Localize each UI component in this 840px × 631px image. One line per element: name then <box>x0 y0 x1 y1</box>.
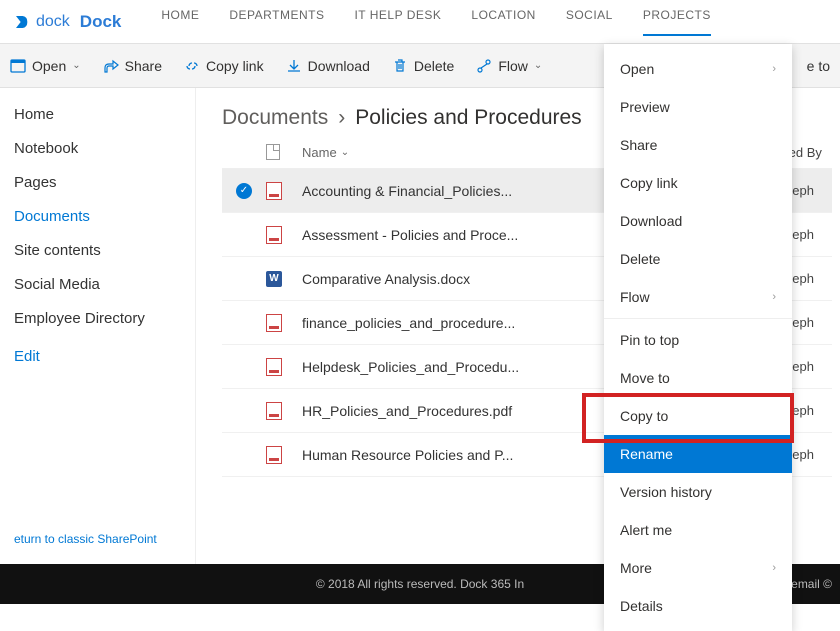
logo-icon <box>14 14 30 30</box>
share-icon <box>103 58 119 74</box>
ctx-download[interactable]: Download <box>604 202 792 240</box>
delete-button[interactable]: Delete <box>392 58 454 74</box>
nav-it-help-desk[interactable]: IT HELP DESK <box>354 8 441 36</box>
document-icon <box>266 144 280 160</box>
topnav-links: HOME DEPARTMENTS IT HELP DESK LOCATION S… <box>161 8 711 36</box>
sidebar-item-home[interactable]: Home <box>14 106 181 123</box>
pdf-icon <box>266 446 282 464</box>
word-icon: W <box>266 271 282 287</box>
top-nav: dock Dock HOME DEPARTMENTS IT HELP DESK … <box>0 0 840 44</box>
return-classic-link[interactable]: eturn to classic SharePoint <box>14 532 181 546</box>
sidebar-item-empdir[interactable]: Employee Directory <box>14 310 181 327</box>
nav-departments[interactable]: DEPARTMENTS <box>229 8 324 36</box>
sidebar-item-notebook[interactable]: Notebook <box>14 140 181 157</box>
sidebar-item-pages[interactable]: Pages <box>14 174 181 191</box>
share-button[interactable]: Share <box>103 58 162 74</box>
sidebar-item-sitecontents[interactable]: Site contents <box>14 242 181 259</box>
chevron-right-icon: › <box>772 562 776 574</box>
ctx-delete[interactable]: Delete <box>604 240 792 278</box>
ctx-rename[interactable]: Rename <box>604 435 792 473</box>
open-button[interactable]: Open ⌄ <box>10 58 81 74</box>
ctx-more[interactable]: More› <box>604 549 792 587</box>
ctx-flow[interactable]: Flow› <box>604 278 792 316</box>
link-icon <box>184 58 200 74</box>
sidebar-item-documents[interactable]: Documents <box>14 208 181 225</box>
pdf-icon <box>266 226 282 244</box>
open-icon <box>10 58 26 74</box>
flow-icon <box>476 58 492 74</box>
chevron-down-icon: ⌄ <box>72 60 80 71</box>
pdf-icon <box>266 402 282 420</box>
ctx-preview[interactable]: Preview <box>604 88 792 126</box>
ctx-open[interactable]: Open› <box>604 50 792 88</box>
ctx-alert-me[interactable]: Alert me <box>604 511 792 549</box>
ctx-share[interactable]: Share <box>604 126 792 164</box>
nav-social[interactable]: SOCIAL <box>566 8 613 36</box>
nav-home[interactable]: HOME <box>161 8 199 36</box>
breadcrumb-root[interactable]: Documents <box>222 106 328 130</box>
logo-text: dock <box>36 13 70 31</box>
breadcrumb-sep: › <box>338 106 345 130</box>
nav-location[interactable]: LOCATION <box>471 8 535 36</box>
move-to-partial[interactable]: e to <box>807 58 830 74</box>
chevron-right-icon: › <box>772 291 776 303</box>
sidebar-item-socialmedia[interactable]: Social Media <box>14 276 181 293</box>
pdf-icon <box>266 314 282 332</box>
pdf-icon <box>266 182 282 200</box>
ctx-copy-link[interactable]: Copy link <box>604 164 792 202</box>
ctx-move-to[interactable]: Move to <box>604 359 792 397</box>
ctx-copy-to[interactable]: Copy to <box>604 397 792 435</box>
col-type-icon[interactable] <box>266 144 302 160</box>
row-checkbox[interactable]: ✓ <box>222 183 266 199</box>
pdf-icon <box>266 358 282 376</box>
brand-name[interactable]: Dock <box>80 12 122 32</box>
breadcrumb-current[interactable]: Policies and Procedures <box>355 106 581 130</box>
trash-icon <box>392 58 408 74</box>
sidebar: Home Notebook Pages Documents Site conte… <box>0 88 196 564</box>
footer-right: email © <box>791 577 832 591</box>
ctx-version-history[interactable]: Version history <box>604 473 792 511</box>
chevron-down-icon: ⌄ <box>341 147 349 158</box>
ctx-details[interactable]: Details <box>604 587 792 625</box>
chevron-right-icon: › <box>772 63 776 75</box>
ctx-pin-to-top[interactable]: Pin to top <box>604 321 792 359</box>
copy-link-button[interactable]: Copy link <box>184 58 264 74</box>
flow-button[interactable]: Flow ⌄ <box>476 58 542 74</box>
nav-projects[interactable]: PROJECTS <box>643 8 711 36</box>
sidebar-edit[interactable]: Edit <box>14 348 181 365</box>
chevron-down-icon: ⌄ <box>534 60 542 71</box>
context-menu: Open›PreviewShareCopy linkDownloadDelete… <box>604 44 792 631</box>
check-icon: ✓ <box>236 183 252 199</box>
logo[interactable]: dock <box>14 13 70 31</box>
download-icon <box>286 58 302 74</box>
download-button[interactable]: Download <box>286 58 370 74</box>
footer-text: © 2018 All rights reserved. Dock 365 In <box>316 577 524 591</box>
